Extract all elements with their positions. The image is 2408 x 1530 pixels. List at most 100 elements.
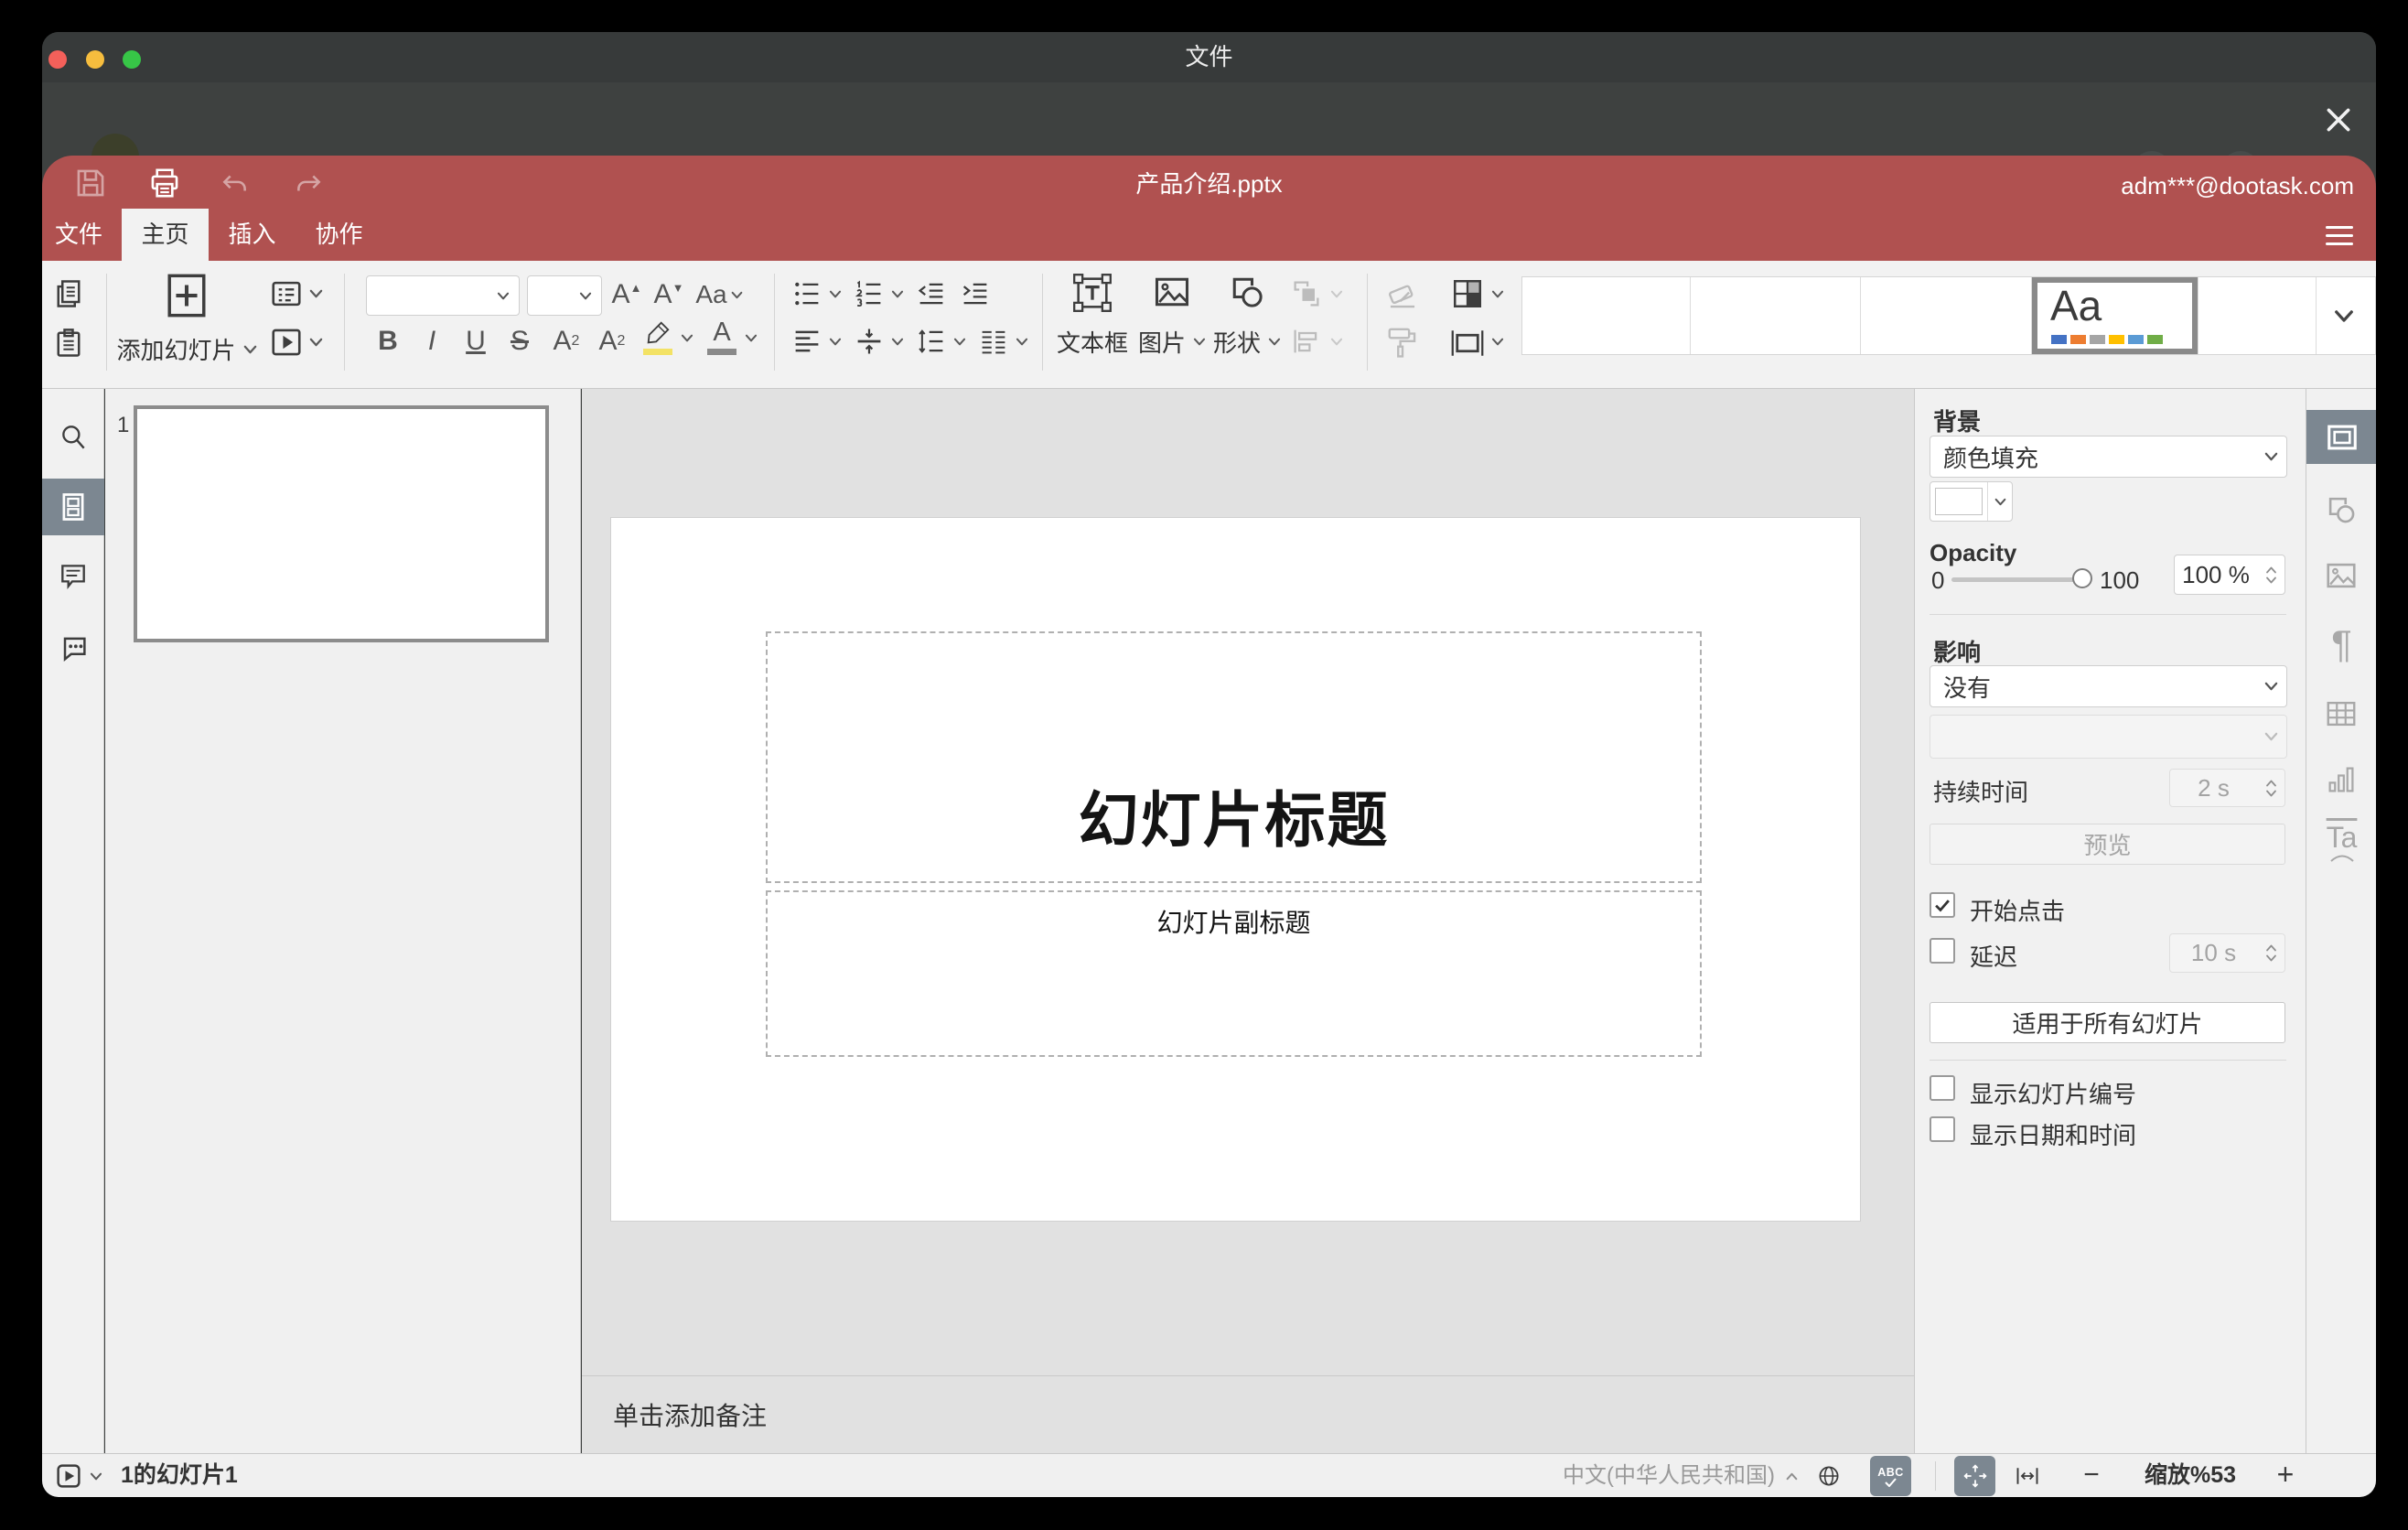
chevron-down-icon[interactable] xyxy=(745,334,758,342)
notes-input[interactable]: 单击添加备注 xyxy=(582,1375,1914,1453)
delay-checkbox[interactable] xyxy=(1930,938,1955,964)
image-settings-icon[interactable] xyxy=(2324,558,2359,593)
close-icon[interactable] xyxy=(2320,102,2357,138)
menu-icon[interactable] xyxy=(2326,225,2353,245)
comments-icon[interactable] xyxy=(58,560,89,591)
chat-icon[interactable] xyxy=(57,631,90,664)
slides-panel-toggle-active[interactable] xyxy=(42,479,104,535)
textbox-button[interactable]: 文本框 xyxy=(1054,272,1131,359)
italic-button[interactable]: I xyxy=(414,321,450,361)
theme-option[interactable] xyxy=(2198,277,2317,354)
slide-subtitle-text: 幻灯片副标题 xyxy=(1156,909,1311,937)
arrange-shape-button[interactable] xyxy=(1290,277,1323,310)
add-slide-button[interactable]: 添加幻灯片 xyxy=(117,272,256,366)
spellcheck-toggle[interactable]: ABC xyxy=(1870,1456,1911,1496)
slide-layout-button[interactable] xyxy=(269,276,323,311)
clear-style-button[interactable] xyxy=(1385,277,1420,312)
effect-variant-select[interactable] xyxy=(1930,715,2287,759)
decrease-indent-button[interactable] xyxy=(915,277,948,310)
zoom-in-button[interactable]: + xyxy=(2265,1454,2306,1497)
opacity-slider-handle[interactable] xyxy=(2072,568,2092,588)
bold-button[interactable]: B xyxy=(370,321,406,361)
tab-home[interactable]: 主页 xyxy=(122,209,209,261)
shape-settings-icon[interactable] xyxy=(2324,492,2359,527)
slide-thumbnail[interactable] xyxy=(134,405,549,642)
vertical-align-button[interactable] xyxy=(853,325,886,358)
chevron-down-icon[interactable] xyxy=(829,290,842,298)
fit-to-width-button[interactable] xyxy=(2015,1463,2040,1489)
fill-color-picker[interactable] xyxy=(1930,481,2013,522)
decrease-font-button[interactable]: A ▼ xyxy=(650,275,688,314)
opacity-slider-track[interactable] xyxy=(1951,577,2091,582)
zoom-out-button[interactable]: − xyxy=(2071,1454,2112,1497)
copy-button[interactable] xyxy=(52,277,85,310)
slide-size-button[interactable] xyxy=(1449,325,1486,361)
theme-option[interactable] xyxy=(1691,277,1861,354)
theme-option[interactable] xyxy=(1861,277,2032,354)
columns-button[interactable] xyxy=(977,325,1010,358)
paragraph-settings-icon[interactable]: ¶ xyxy=(2306,622,2376,666)
font-color-button[interactable]: A xyxy=(703,318,741,355)
superscript-button[interactable]: A2 xyxy=(545,321,587,361)
image-button[interactable]: 图片 xyxy=(1138,272,1206,359)
paste-button[interactable] xyxy=(52,327,85,360)
title-placeholder[interactable]: 幻灯片标题 xyxy=(766,631,1702,883)
theme-option-selected[interactable]: Aa xyxy=(2032,277,2198,354)
chevron-down-icon[interactable] xyxy=(1491,290,1504,298)
font-size-select[interactable] xyxy=(527,275,602,316)
apply-to-all-slides-button[interactable]: 适用于所有幻灯片 xyxy=(1930,1002,2285,1043)
chevron-down-icon[interactable] xyxy=(1491,338,1504,346)
subscript-button[interactable]: A2 xyxy=(591,321,633,361)
fit-to-slide-button[interactable] xyxy=(1954,1456,1995,1496)
chevron-down-icon[interactable] xyxy=(90,1472,102,1481)
color-scheme-button[interactable] xyxy=(1449,275,1486,312)
textart-settings-icon[interactable]: Ta xyxy=(2306,821,2376,862)
preview-button[interactable]: 预览 xyxy=(1930,824,2285,865)
numbering-button[interactable] xyxy=(853,277,886,310)
change-case-button[interactable]: Aa xyxy=(693,275,745,314)
start-on-click-checkbox[interactable] xyxy=(1930,892,1955,918)
font-name-select[interactable] xyxy=(366,275,520,316)
tab-collaboration[interactable]: 协作 xyxy=(296,209,382,261)
increase-indent-button[interactable] xyxy=(959,277,992,310)
preview-slideshow-button[interactable] xyxy=(269,325,323,360)
chevron-down-icon[interactable] xyxy=(829,338,842,346)
chevron-down-icon[interactable] xyxy=(953,338,966,346)
chevron-down-icon[interactable] xyxy=(891,338,904,346)
line-spacing-button[interactable] xyxy=(915,325,948,358)
tab-insert[interactable]: 插入 xyxy=(209,209,296,261)
chevron-down-icon[interactable] xyxy=(681,334,693,342)
bullets-button[interactable] xyxy=(790,277,823,310)
chevron-down-icon[interactable] xyxy=(891,290,904,298)
strikeout-button[interactable]: S xyxy=(501,321,538,361)
theme-option[interactable] xyxy=(1522,277,1691,354)
fill-type-select[interactable]: 颜色填充 xyxy=(1930,436,2287,478)
increase-font-button[interactable]: A ▲ xyxy=(607,275,646,314)
subtitle-placeholder[interactable]: 幻灯片副标题 xyxy=(766,890,1702,1057)
start-slideshow-button[interactable] xyxy=(56,1463,81,1489)
slide-canvas[interactable]: 幻灯片标题 幻灯片副标题 xyxy=(611,518,1860,1221)
tab-file[interactable]: 文件 xyxy=(53,209,104,261)
language-selector[interactable]: 中文(中华人民共和国) xyxy=(1506,1454,1775,1497)
show-date-time-checkbox[interactable] xyxy=(1930,1116,1955,1142)
opacity-input[interactable]: 100 % xyxy=(2174,555,2285,595)
horizontal-align-button[interactable] xyxy=(790,325,823,358)
chevron-down-icon[interactable] xyxy=(1016,338,1028,346)
theme-gallery-expand-button[interactable] xyxy=(2317,277,2371,354)
chart-settings-icon[interactable] xyxy=(2325,763,2358,796)
show-slide-number-checkbox[interactable] xyxy=(1930,1075,1955,1101)
highlight-color-button[interactable] xyxy=(639,319,677,355)
search-icon[interactable] xyxy=(58,422,89,453)
delay-input[interactable]: 10 s xyxy=(2169,933,2285,973)
background-label: 背景 xyxy=(1933,408,1982,436)
table-settings-icon[interactable] xyxy=(2324,696,2359,731)
copy-style-button[interactable] xyxy=(1385,325,1420,360)
slide-settings-tab-active[interactable] xyxy=(2306,410,2376,464)
spinner-arrows[interactable] xyxy=(2257,566,2284,584)
duration-input[interactable]: 2 s xyxy=(2169,769,2285,807)
underline-button[interactable]: U xyxy=(457,321,494,361)
align-shape-button[interactable] xyxy=(1290,325,1323,358)
set-language-globe-icon[interactable] xyxy=(1816,1463,1842,1489)
shape-button[interactable]: 形状 xyxy=(1213,272,1281,359)
effect-select[interactable]: 没有 xyxy=(1930,665,2287,707)
